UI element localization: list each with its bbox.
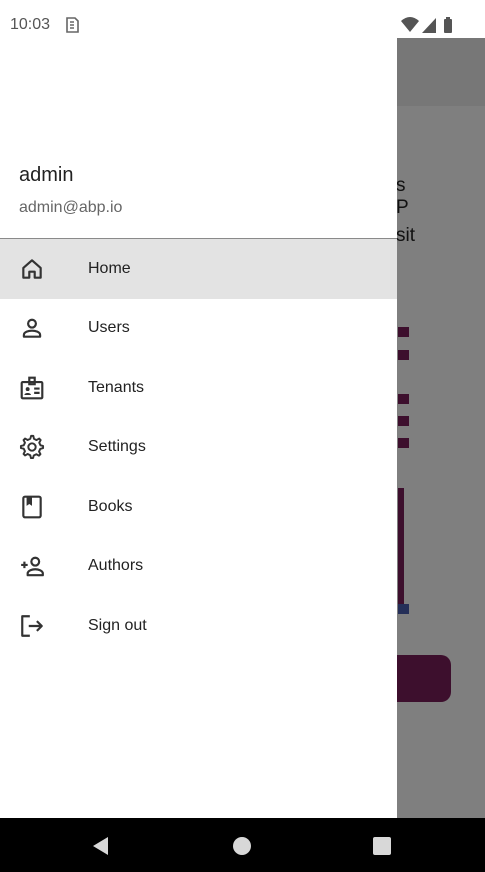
menu-item-label: Home: [88, 259, 131, 277]
sim-card-icon: [64, 16, 80, 34]
logout-icon: [19, 613, 45, 639]
menu-item-label: Authors: [88, 557, 144, 575]
badge-icon: [19, 375, 45, 401]
person-icon: [19, 315, 45, 341]
system-navigation-bar: [0, 818, 485, 872]
menu-item-authors[interactable]: Authors: [0, 537, 397, 597]
menu-item-books[interactable]: Books: [0, 477, 397, 537]
status-time: 10:03: [10, 16, 51, 33]
menu-item-label: Settings: [88, 438, 146, 456]
menu-item-tenants[interactable]: Tenants: [0, 358, 397, 418]
book-icon: [19, 494, 45, 520]
home-icon: [19, 256, 45, 282]
back-icon[interactable]: [90, 835, 112, 857]
menu-item-sign-out[interactable]: Sign out: [0, 596, 397, 656]
recents-icon[interactable]: [371, 835, 393, 857]
menu-item-label: Tenants: [88, 378, 145, 396]
status-bar-right: [397, 0, 485, 38]
person-add-icon: [19, 553, 45, 579]
menu-item-label: Users: [88, 319, 130, 337]
navigation-drawer: admin admin@abp.io Home Users Tenants Se: [0, 38, 397, 818]
gear-icon: [19, 434, 45, 460]
menu-item-label: Books: [88, 497, 133, 515]
menu-item-settings[interactable]: Settings: [0, 418, 397, 478]
signal-icon: [422, 18, 436, 33]
drawer-menu: Home Users Tenants Settings Books Author…: [0, 239, 397, 656]
profile-name: admin: [19, 164, 74, 186]
menu-item-home[interactable]: Home: [0, 239, 397, 299]
profile-email: admin@abp.io: [19, 199, 123, 216]
home-circle-icon[interactable]: [231, 835, 253, 857]
wifi-icon: [401, 17, 419, 32]
menu-item-label: Sign out: [88, 616, 147, 634]
menu-item-users[interactable]: Users: [0, 299, 397, 359]
battery-icon: [444, 17, 452, 33]
